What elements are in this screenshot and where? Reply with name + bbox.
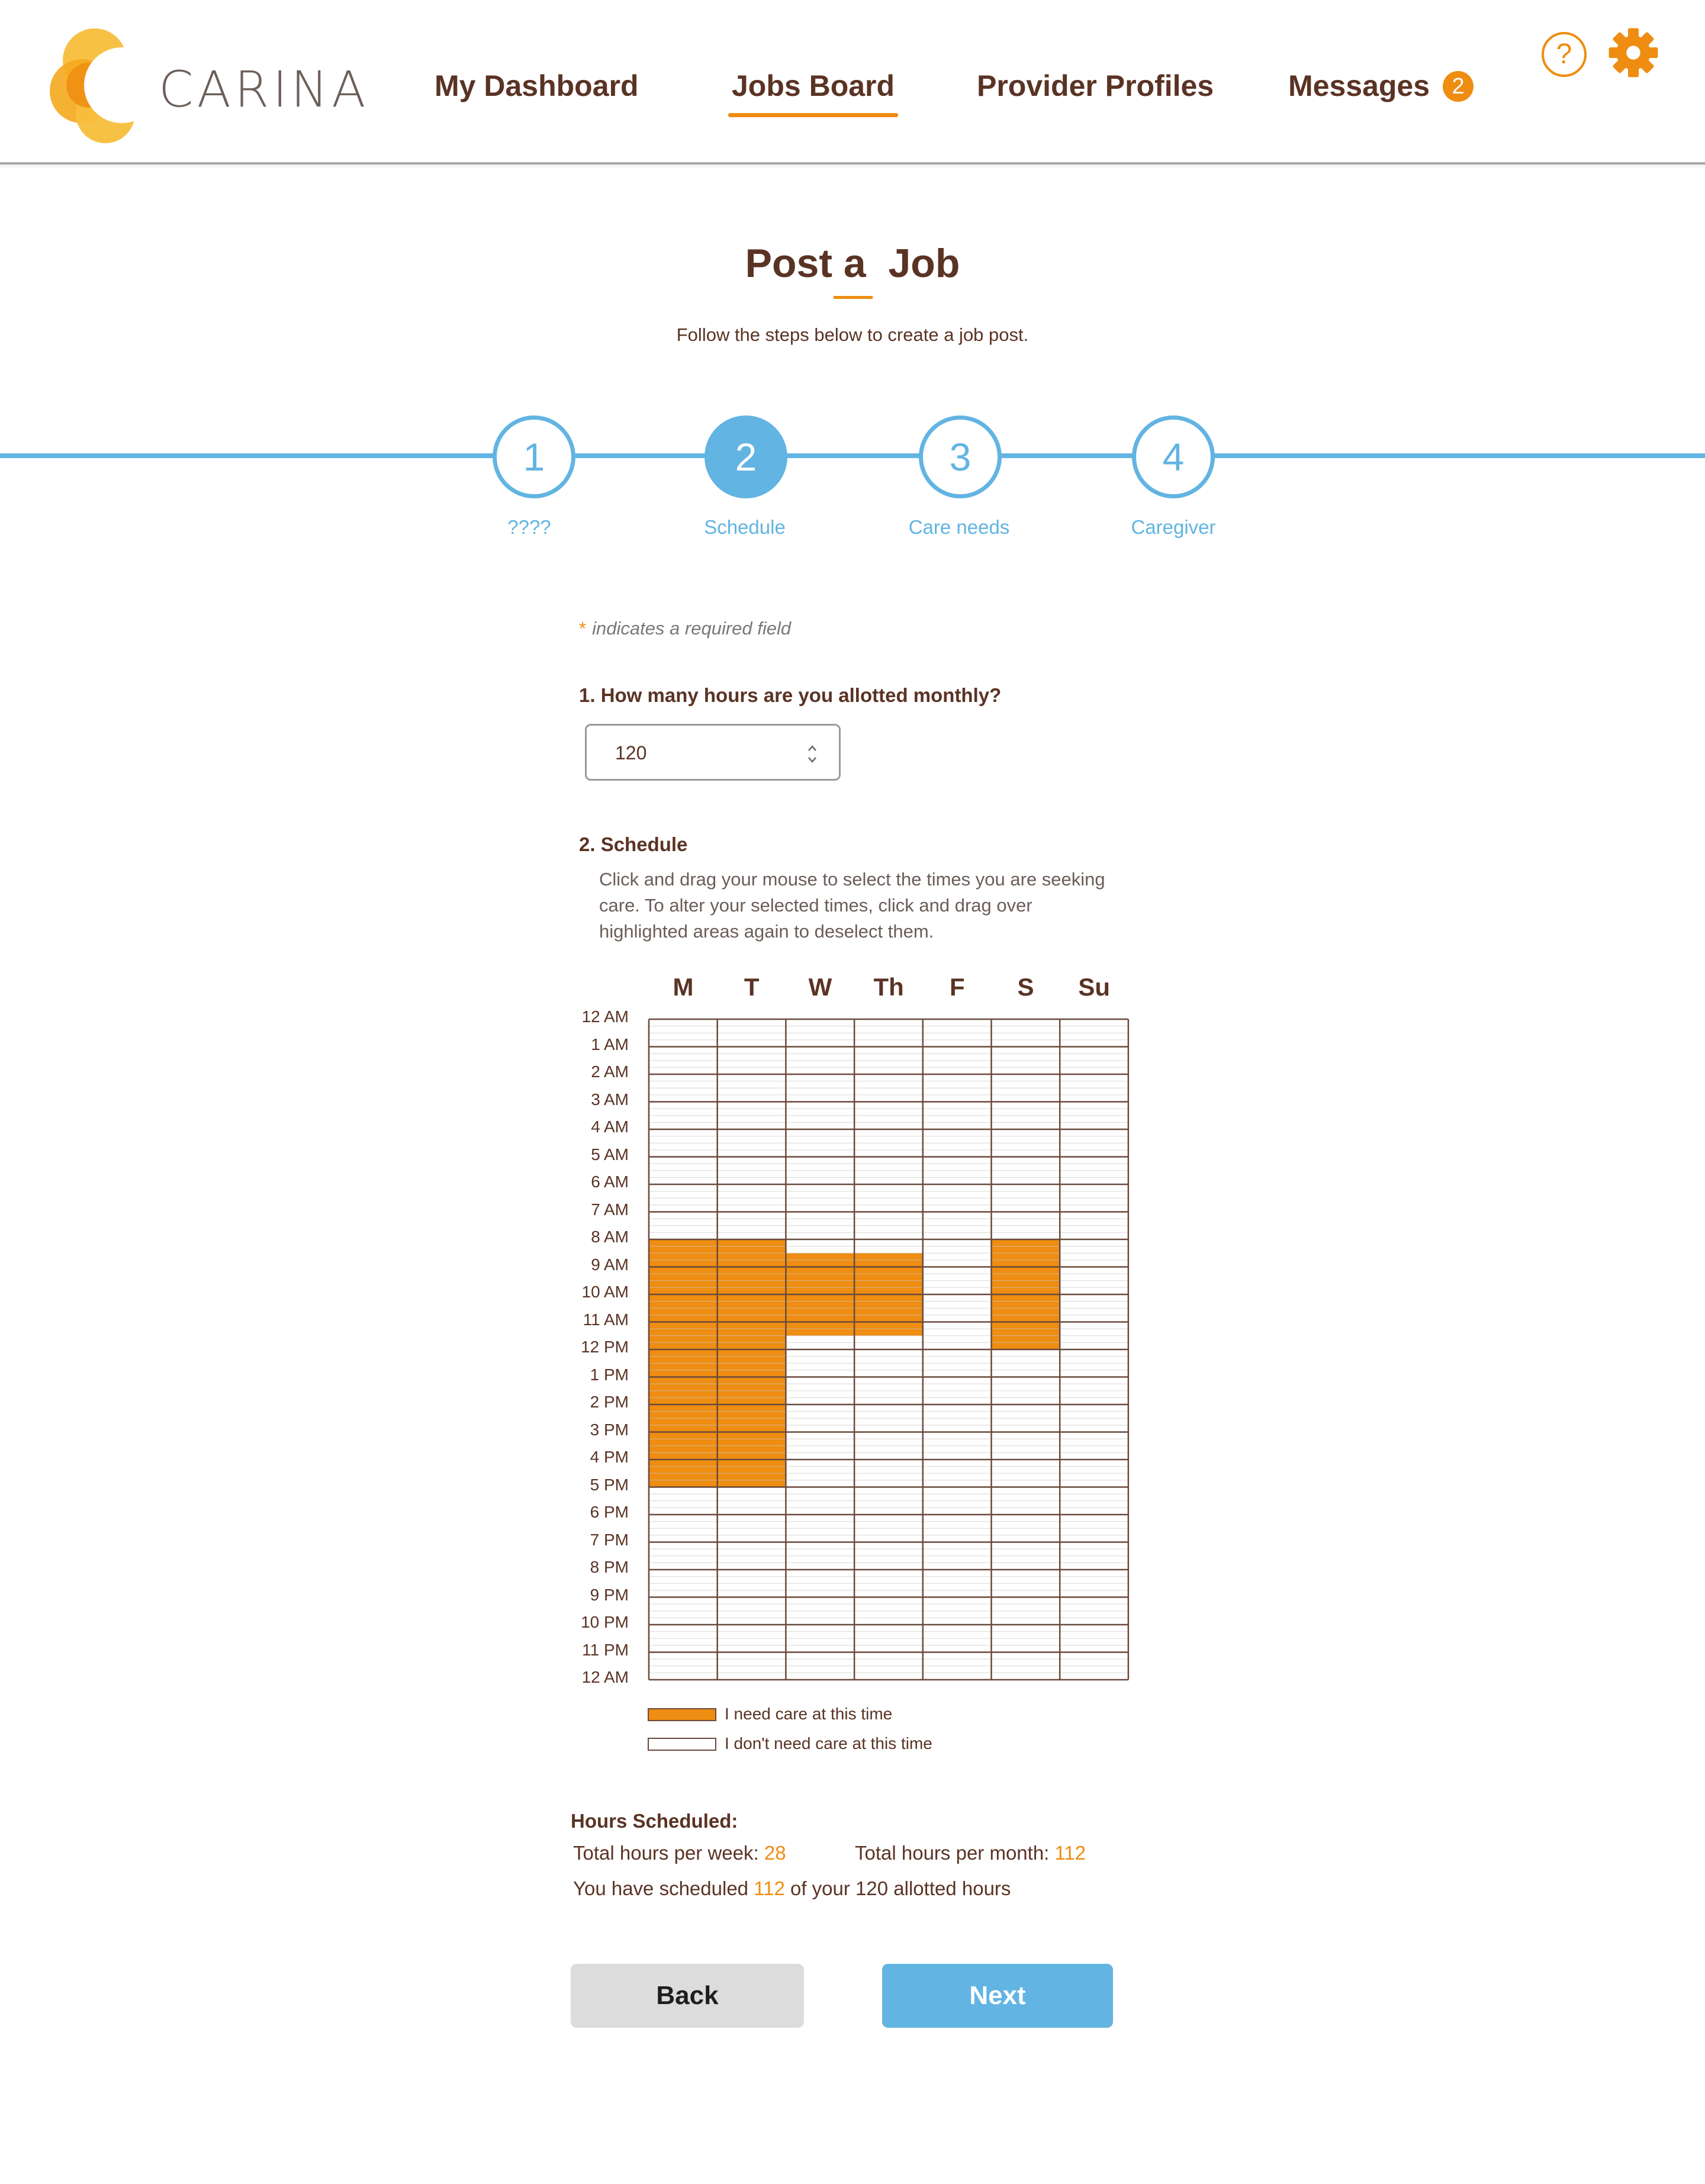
required-field-note: * indicates a required field [579, 618, 791, 639]
step-2-circle[interactable]: 2 [704, 415, 787, 498]
nav-provider-profiles-label: Provider Profiles [977, 69, 1214, 102]
nav-provider-profiles[interactable]: Provider Profiles [977, 69, 1214, 103]
day-label-F: F [949, 973, 965, 1001]
scheduled-prefix: You have scheduled [573, 1877, 754, 1899]
schedule-instructions: Click and drag your mouse to select the … [599, 869, 1105, 942]
nav-jobs-board[interactable]: Jobs Board [728, 69, 899, 117]
time-label: 8 PM [590, 1558, 629, 1576]
carina-logo-mark [50, 28, 160, 143]
legend-need-care-label: I need care at this time [725, 1705, 893, 1723]
legend-no-care-swatch [648, 1738, 716, 1751]
monthly-hours-input[interactable]: 120 [585, 724, 841, 781]
monthly-hours-value: 120 [615, 742, 647, 764]
back-button[interactable]: Back [571, 1964, 804, 2028]
monthly-hours-label: 1. How many hours are you allotted month… [579, 684, 1002, 706]
time-label: 1 AM [591, 1035, 629, 1054]
time-label: 3 PM [590, 1420, 629, 1439]
page-title: Post a Job [745, 241, 960, 286]
time-label: 7 AM [591, 1200, 629, 1219]
hours-scheduled-title: Hours Scheduled: [571, 1810, 738, 1832]
schedule-label: 2. Schedule [579, 833, 688, 855]
time-label: 8 AM [591, 1228, 629, 1246]
time-label: 4 AM [591, 1117, 629, 1136]
help-icon[interactable]: ? [1542, 32, 1587, 77]
step-1-circle[interactable]: 1 [493, 415, 575, 498]
stepper-track [0, 453, 1705, 458]
time-label: 5 PM [590, 1475, 629, 1494]
top-nav-bar: CARINA My Dashboard Jobs Board Provider … [0, 0, 1705, 165]
day-label-Su: Su [1078, 973, 1111, 1001]
required-note-text: indicates a required field [592, 618, 792, 639]
step-3-circle[interactable]: 3 [919, 415, 1002, 498]
scheduled-suffix: of your 120 allotted hours [784, 1877, 1011, 1899]
time-label: 10 PM [581, 1613, 629, 1631]
schedule-grid[interactable] [648, 1018, 1130, 1681]
next-button[interactable]: Next [882, 1964, 1113, 2028]
nav-messages-label: Messages [1288, 69, 1430, 102]
time-label: 11 AM [583, 1310, 629, 1329]
hours-per-week: Total hours per week: 28 [573, 1842, 786, 1864]
hours-per-month-value: 112 [1054, 1842, 1086, 1864]
day-label-T: T [744, 973, 760, 1001]
time-label: 12 AM [581, 1007, 629, 1026]
legend-need-care-swatch [648, 1708, 716, 1721]
time-label: 5 AM [591, 1145, 629, 1164]
messages-count-badge: 2 [1443, 71, 1474, 102]
time-label: 6 PM [590, 1503, 629, 1521]
logo-text: CARINA [159, 60, 369, 118]
nav-my-dashboard-label: My Dashboard [435, 69, 639, 102]
time-label: 2 PM [590, 1393, 629, 1411]
step-2-label[interactable]: Schedule [656, 516, 834, 539]
hours-per-week-value: 28 [764, 1842, 786, 1864]
time-label: 6 AM [591, 1172, 629, 1191]
step-4-label[interactable]: Caregiver [1085, 516, 1262, 539]
step-3-label[interactable]: Care needs [870, 516, 1048, 539]
time-label: 12 PM [581, 1338, 629, 1356]
hours-per-month: Total hours per month: 112 [855, 1842, 1086, 1864]
scheduled-value: 112 [754, 1877, 785, 1899]
time-label: 1 PM [590, 1365, 629, 1384]
time-label: 7 PM [590, 1530, 629, 1549]
gear-icon[interactable] [1607, 26, 1660, 79]
time-label: 9 AM [591, 1255, 629, 1274]
time-label: 3 AM [591, 1090, 629, 1109]
time-label: 11 PM [582, 1640, 629, 1659]
title-underline [834, 296, 873, 299]
nav-jobs-board-label: Jobs Board [732, 69, 895, 102]
time-label: 9 PM [590, 1585, 629, 1604]
hours-per-week-label: Total hours per week: [573, 1842, 764, 1864]
step-4-circle[interactable]: 4 [1132, 415, 1215, 498]
nav-messages[interactable]: Messages 2 [1288, 69, 1474, 103]
page-subtitle: Follow the steps below to create a job p… [676, 324, 1029, 345]
nav-my-dashboard[interactable]: My Dashboard [435, 69, 639, 103]
day-label-Th: Th [873, 973, 904, 1001]
day-label-M: M [673, 973, 694, 1001]
time-label: 4 PM [590, 1448, 629, 1466]
day-label-W: W [808, 973, 832, 1001]
hours-allotted-summary: You have scheduled 112 of your 120 allot… [573, 1877, 1011, 1900]
day-label-S: S [1017, 973, 1034, 1001]
spinner-arrows-icon[interactable] [807, 742, 818, 766]
hours-per-month-label: Total hours per month: [855, 1842, 1055, 1864]
time-label: 12 AM [581, 1668, 629, 1686]
carina-logo[interactable]: CARINA [47, 26, 366, 144]
step-1-label[interactable]: ???? [440, 516, 618, 539]
time-label: 2 AM [591, 1062, 629, 1081]
time-label: 10 AM [581, 1283, 629, 1301]
legend-no-care-label: I don't need care at this time [725, 1734, 932, 1753]
required-star: * [579, 618, 587, 639]
